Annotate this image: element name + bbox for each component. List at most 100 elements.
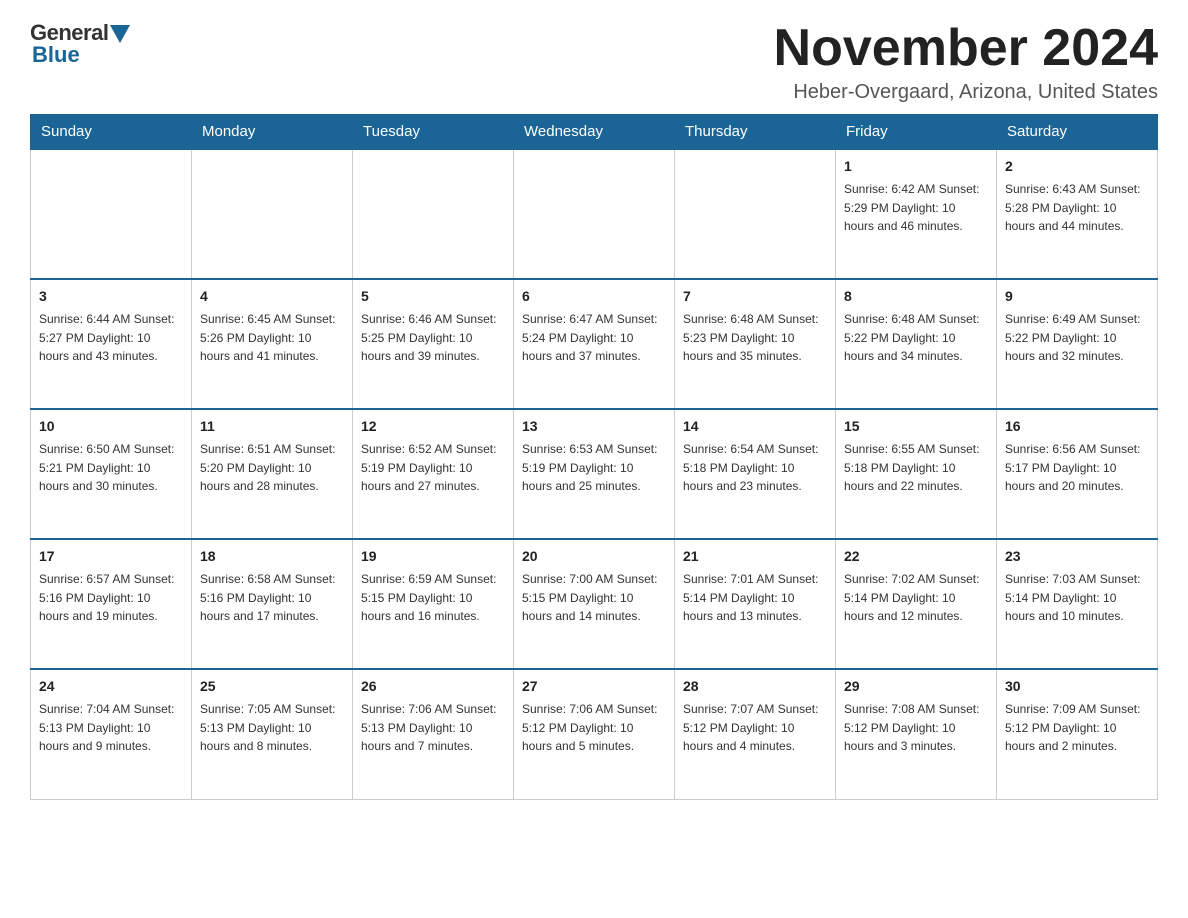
day-number: 11 [200,416,344,437]
logo-arrow-icon [110,25,130,43]
day-info: Sunrise: 7:07 AM Sunset: 5:12 PM Dayligh… [683,700,827,756]
day-number: 27 [522,676,666,697]
day-info: Sunrise: 6:55 AM Sunset: 5:18 PM Dayligh… [844,440,988,496]
calendar-day-cell: 13 Sunrise: 6:53 AM Sunset: 5:19 PM Dayli… [514,409,675,539]
day-info: Sunrise: 7:04 AM Sunset: 5:13 PM Dayligh… [39,700,183,756]
calendar-day-cell: 21Sunrise: 7:01 AM Sunset: 5:14 PM Dayli… [675,539,836,669]
day-number: 3 [39,286,183,307]
day-info: Sunrise: 7:05 AM Sunset: 5:13 PM Dayligh… [200,700,344,756]
calendar-day-cell: 22 Sunrise: 7:02 AM Sunset: 5:14 PM Dayli… [836,539,997,669]
day-info: Sunrise: 6:49 AM Sunset: 5:22 PM Dayligh… [1005,310,1149,366]
calendar-day-cell: 23 Sunrise: 7:03 AM Sunset: 5:14 PM Dayli… [997,539,1158,669]
calendar-day-cell [31,149,192,279]
day-info: Sunrise: 7:06 AM Sunset: 5:12 PM Dayligh… [522,700,666,756]
calendar-day-cell: 17 Sunrise: 6:57 AM Sunset: 5:16 PM Dayli… [31,539,192,669]
calendar-day-cell: 30 Sunrise: 7:09 AM Sunset: 5:12 PM Dayli… [997,669,1158,799]
day-info: Sunrise: 7:09 AM Sunset: 5:12 PM Dayligh… [1005,700,1149,756]
day-info: Sunrise: 6:58 AM Sunset: 5:16 PM Dayligh… [200,570,344,626]
calendar-day-cell: 11 Sunrise: 6:51 AM Sunset: 5:20 PM Dayli… [192,409,353,539]
weekday-header-wednesday: Wednesday [514,115,675,150]
day-number: 17 [39,546,183,567]
day-info: Sunrise: 7:00 AM Sunset: 5:15 PM Dayligh… [522,570,666,626]
day-number: 28 [683,676,827,697]
logo-blue-text: Blue [32,42,80,68]
calendar-day-cell: 10 Sunrise: 6:50 AM Sunset: 5:21 PM Dayli… [31,409,192,539]
weekday-header-tuesday: Tuesday [353,115,514,150]
calendar-day-cell [675,149,836,279]
weekday-header-monday: Monday [192,115,353,150]
day-info: Sunrise: 6:47 AM Sunset: 5:24 PM Dayligh… [522,310,666,366]
day-number: 9 [1005,286,1149,307]
calendar-day-cell: 9 Sunrise: 6:49 AM Sunset: 5:22 PM Daylig… [997,279,1158,409]
location-title: Heber-Overgaard, Arizona, United States [774,81,1158,104]
day-info: Sunrise: 6:52 AM Sunset: 5:19 PM Dayligh… [361,440,505,496]
calendar-day-cell: 4 Sunrise: 6:45 AM Sunset: 5:26 PM Daylig… [192,279,353,409]
day-info: Sunrise: 6:56 AM Sunset: 5:17 PM Dayligh… [1005,440,1149,496]
day-number: 24 [39,676,183,697]
calendar-day-cell: 27 Sunrise: 7:06 AM Sunset: 5:12 PM Dayli… [514,669,675,799]
day-number: 23 [1005,546,1149,567]
day-number: 10 [39,416,183,437]
day-info: Sunrise: 6:50 AM Sunset: 5:21 PM Dayligh… [39,440,183,496]
day-info: Sunrise: 6:54 AM Sunset: 5:18 PM Dayligh… [683,440,827,496]
day-info: Sunrise: 6:51 AM Sunset: 5:20 PM Dayligh… [200,440,344,496]
calendar-day-cell [353,149,514,279]
day-number: 22 [844,546,988,567]
logo: General Blue [30,20,130,68]
day-number: 16 [1005,416,1149,437]
day-number: 1 [844,156,988,177]
day-number: 25 [200,676,344,697]
day-number: 4 [200,286,344,307]
page-header: General Blue November 2024 Heber-Overgaa… [30,20,1158,104]
day-info: Sunrise: 6:45 AM Sunset: 5:26 PM Dayligh… [200,310,344,366]
calendar-week-row: 3 Sunrise: 6:44 AM Sunset: 5:27 PM Daylig… [31,279,1158,409]
day-info: Sunrise: 7:02 AM Sunset: 5:14 PM Dayligh… [844,570,988,626]
calendar-day-cell [514,149,675,279]
calendar-day-cell: 6 Sunrise: 6:47 AM Sunset: 5:24 PM Daylig… [514,279,675,409]
day-info: Sunrise: 6:44 AM Sunset: 5:27 PM Dayligh… [39,310,183,366]
day-number: 7 [683,286,827,307]
calendar-table: SundayMondayTuesdayWednesdayThursdayFrid… [30,114,1158,800]
day-info: Sunrise: 6:43 AM Sunset: 5:28 PM Dayligh… [1005,180,1149,236]
day-number: 6 [522,286,666,307]
day-number: 19 [361,546,505,567]
day-number: 18 [200,546,344,567]
day-number: 30 [1005,676,1149,697]
day-info: Sunrise: 6:48 AM Sunset: 5:22 PM Dayligh… [844,310,988,366]
day-info: Sunrise: 6:46 AM Sunset: 5:25 PM Dayligh… [361,310,505,366]
day-info: Sunrise: 6:48 AM Sunset: 5:23 PM Dayligh… [683,310,827,366]
calendar-day-cell: 1 Sunrise: 6:42 AM Sunset: 5:29 PM Daylig… [836,149,997,279]
calendar-day-cell: 19 Sunrise: 6:59 AM Sunset: 5:15 PM Dayli… [353,539,514,669]
day-info: Sunrise: 6:53 AM Sunset: 5:19 PM Dayligh… [522,440,666,496]
calendar-week-row: 24 Sunrise: 7:04 AM Sunset: 5:13 PM Dayli… [31,669,1158,799]
weekday-header-saturday: Saturday [997,115,1158,150]
calendar-day-cell: 8Sunrise: 6:48 AM Sunset: 5:22 PM Daylig… [836,279,997,409]
day-info: Sunrise: 7:03 AM Sunset: 5:14 PM Dayligh… [1005,570,1149,626]
calendar-day-cell: 2 Sunrise: 6:43 AM Sunset: 5:28 PM Daylig… [997,149,1158,279]
calendar-day-cell: 3 Sunrise: 6:44 AM Sunset: 5:27 PM Daylig… [31,279,192,409]
calendar-week-row: 10 Sunrise: 6:50 AM Sunset: 5:21 PM Dayli… [31,409,1158,539]
calendar-header: SundayMondayTuesdayWednesdayThursdayFrid… [31,115,1158,150]
calendar-body: 1 Sunrise: 6:42 AM Sunset: 5:29 PM Daylig… [31,149,1158,799]
calendar-day-cell: 28 Sunrise: 7:07 AM Sunset: 5:12 PM Dayli… [675,669,836,799]
calendar-day-cell: 7 Sunrise: 6:48 AM Sunset: 5:23 PM Daylig… [675,279,836,409]
calendar-day-cell: 14Sunrise: 6:54 AM Sunset: 5:18 PM Dayli… [675,409,836,539]
calendar-day-cell: 18 Sunrise: 6:58 AM Sunset: 5:16 PM Dayli… [192,539,353,669]
day-info: Sunrise: 6:59 AM Sunset: 5:15 PM Dayligh… [361,570,505,626]
calendar-day-cell: 24 Sunrise: 7:04 AM Sunset: 5:13 PM Dayli… [31,669,192,799]
day-info: Sunrise: 6:42 AM Sunset: 5:29 PM Dayligh… [844,180,988,236]
calendar-day-cell: 29Sunrise: 7:08 AM Sunset: 5:12 PM Dayli… [836,669,997,799]
weekday-header-thursday: Thursday [675,115,836,150]
calendar-day-cell: 25 Sunrise: 7:05 AM Sunset: 5:13 PM Dayli… [192,669,353,799]
weekday-header-sunday: Sunday [31,115,192,150]
calendar-day-cell: 26Sunrise: 7:06 AM Sunset: 5:13 PM Dayli… [353,669,514,799]
day-number: 2 [1005,156,1149,177]
calendar-day-cell: 5Sunrise: 6:46 AM Sunset: 5:25 PM Daylig… [353,279,514,409]
day-number: 29 [844,676,988,697]
day-info: Sunrise: 7:06 AM Sunset: 5:13 PM Dayligh… [361,700,505,756]
weekday-header-friday: Friday [836,115,997,150]
day-info: Sunrise: 6:57 AM Sunset: 5:16 PM Dayligh… [39,570,183,626]
day-number: 21 [683,546,827,567]
calendar-day-cell [192,149,353,279]
day-number: 13 [522,416,666,437]
